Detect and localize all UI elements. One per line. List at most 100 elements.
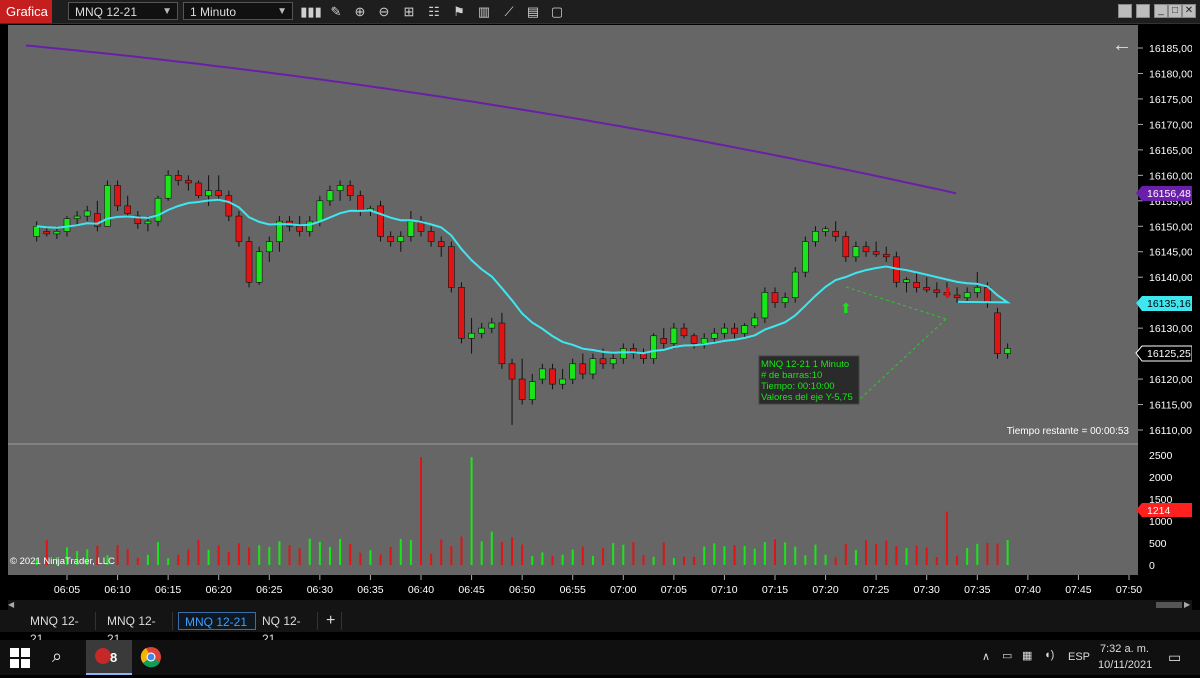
price-tick-label: 16120,00 <box>1149 374 1192 386</box>
candle-body <box>306 220 314 232</box>
search-icon[interactable]: ⌕ <box>52 646 62 667</box>
slow-ma-marker: 16156,48 <box>1136 186 1192 201</box>
interval-value: 1 Minuto <box>190 5 237 19</box>
chrome-icon[interactable] <box>140 646 162 668</box>
maximize-icon[interactable]: □ <box>1168 4 1182 18</box>
candle-body <box>933 289 941 293</box>
tab-mnq-3[interactable]: MNQ 12-21 <box>178 612 256 630</box>
tab-mnq-2[interactable]: MNQ 12-21 <box>101 612 173 646</box>
template-icon[interactable]: ▤ <box>524 3 542 20</box>
clock-time[interactable]: 7:32 a. m. <box>1100 643 1149 655</box>
volume-bar <box>774 539 776 565</box>
candle-body <box>771 292 779 303</box>
notifications-icon[interactable]: ▭ <box>1168 649 1181 666</box>
candle-body <box>53 231 61 235</box>
window-tile-icon[interactable] <box>1118 4 1132 18</box>
battery-icon[interactable]: ▭ <box>1002 649 1012 662</box>
drawing-tool-icon[interactable]: ⟋ <box>500 3 518 20</box>
candle-body <box>488 322 496 329</box>
back-arrow-icon[interactable]: ← <box>1112 34 1132 56</box>
candle-body <box>802 241 809 273</box>
ninjatrader-icon[interactable]: 8 <box>86 640 132 675</box>
volume-bar <box>288 545 291 565</box>
candle-body <box>174 175 182 181</box>
candle-body <box>711 332 718 339</box>
volume-tick-label: 2000 <box>1149 472 1173 484</box>
volume-bar <box>905 548 908 565</box>
volume-bar <box>571 549 574 565</box>
price-tick-label: 16180,00 <box>1149 68 1192 80</box>
volume-bar <box>187 549 190 565</box>
close-icon[interactable]: ✕ <box>1182 4 1196 18</box>
zoom-in-icon[interactable]: ⊕ <box>351 3 369 20</box>
interval-select[interactable]: 1 Minuto ▼ <box>183 2 293 20</box>
add-tab-button[interactable]: + <box>320 612 342 630</box>
time-tick-label: 07:25 <box>863 584 889 596</box>
price-chart[interactable]: 16185,00 16180,00 16175,00 16170,00 16165,00… <box>8 25 1193 600</box>
measure-box: MNQ 12-21 1 Minuto # de barras:10 Tiempo… <box>758 355 860 405</box>
scroll-right-icon[interactable]: ▶ <box>1184 600 1192 610</box>
volume-bar <box>268 546 271 565</box>
candle-body <box>660 338 668 344</box>
candle-body <box>862 246 870 253</box>
pencil-icon[interactable]: ✎ <box>327 3 345 20</box>
candle-body <box>265 241 273 253</box>
volume-last-value: 1214 <box>1147 505 1171 517</box>
horizontal-scrollbar[interactable]: ◀ ▶ <box>8 600 1192 610</box>
language-indicator[interactable]: ESP <box>1068 651 1090 663</box>
volume-icon[interactable]: ◖) <box>1044 649 1054 661</box>
tab-mnq-1[interactable]: MNQ 12-21 <box>24 612 96 646</box>
properties-icon[interactable]: ☷ <box>425 3 443 20</box>
volume-bar <box>925 547 928 565</box>
volume-bar <box>399 538 402 565</box>
candle-body <box>822 228 829 232</box>
indicator-icon[interactable]: ▥ <box>475 3 493 20</box>
time-tick-label: 07:45 <box>1065 584 1091 596</box>
volume-bar <box>551 556 554 565</box>
candle-body <box>994 312 1001 354</box>
candle-body <box>973 287 981 293</box>
window-pin-icon[interactable] <box>1136 4 1150 18</box>
volume-bar <box>703 546 706 565</box>
scroll-left-icon[interactable]: ◀ <box>8 600 18 610</box>
bar-chart-icon[interactable]: ▮▮▮ <box>300 3 321 20</box>
time-tick-label: 06:50 <box>509 584 535 596</box>
time-tick-label: 07:50 <box>1116 584 1142 596</box>
volume-bar <box>389 546 392 565</box>
volume-bar <box>490 531 493 565</box>
notes-icon[interactable]: ▢ <box>548 3 566 20</box>
network-icon[interactable]: ▦ <box>1022 649 1032 662</box>
arrow-down-icon: ⬇ <box>942 285 954 301</box>
strategy-icon[interactable]: ⚑ <box>450 3 468 20</box>
candle-body <box>528 381 536 400</box>
price-tick-label: 16165,00 <box>1149 145 1192 157</box>
instrument-select[interactable]: MNQ 12-21 ▼ <box>68 2 178 20</box>
volume-bar <box>248 547 251 565</box>
chevron-up-icon[interactable]: ∧ <box>982 650 990 663</box>
volume-bar <box>672 558 675 565</box>
zoom-out-icon[interactable]: ⊖ <box>375 3 393 20</box>
window-title: Grafica <box>0 0 52 23</box>
price-tick-label: 16145,00 <box>1149 247 1192 259</box>
volume-bar <box>278 541 281 565</box>
volume-bar <box>581 546 584 565</box>
candle-body <box>508 363 516 380</box>
time-tick-label: 06:20 <box>206 584 232 596</box>
volume-bar <box>470 457 473 565</box>
clock-date[interactable]: 10/11/2021 <box>1098 659 1152 671</box>
price-tick-label: 16115,00 <box>1149 400 1192 412</box>
scroll-thumb[interactable] <box>1156 602 1182 608</box>
chart-area[interactable]: 16185,00 16180,00 16175,00 16170,00 16165,00… <box>8 25 1193 600</box>
time-tick-label: 06:40 <box>408 584 434 596</box>
volume-bar <box>308 538 311 565</box>
windows-icon[interactable] <box>10 648 30 668</box>
candle-body <box>316 200 324 222</box>
minimize-icon[interactable]: _ <box>1154 4 1168 18</box>
volume-bar <box>197 540 200 565</box>
candle-body <box>680 327 688 337</box>
crosshair-icon[interactable]: ⊞ <box>400 3 418 20</box>
candle-body <box>913 281 920 288</box>
volume-bar <box>157 542 160 565</box>
candle-body <box>559 378 566 385</box>
tab-nq[interactable]: NQ 12-21 <box>256 612 318 646</box>
